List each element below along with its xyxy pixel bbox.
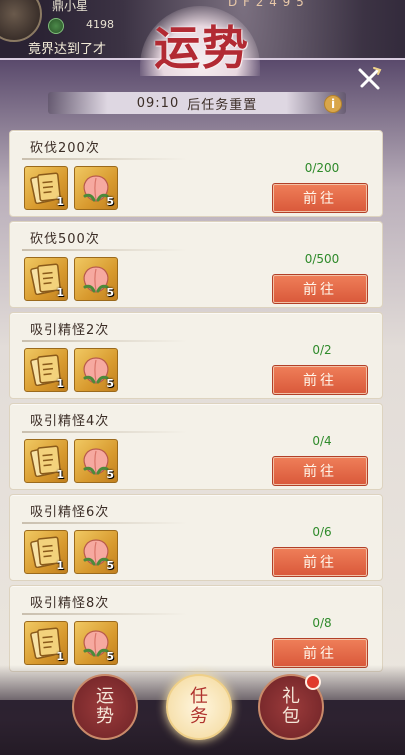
reward-item[interactable]: 5 [74, 621, 118, 665]
go-button[interactable]: 前往 [272, 183, 368, 213]
task-name: 砍伐200次 [30, 141, 100, 156]
reward-count: 1 [56, 195, 64, 208]
nav-task-button[interactable]: 任务 [166, 674, 232, 740]
task-divider [22, 613, 187, 615]
task-card: 吸引精怪8次 1 5 0/8 前往 [9, 585, 383, 672]
reset-timer-bar: 09:10 后任务重置 [48, 92, 346, 114]
coin-icon [48, 18, 64, 34]
reward-item[interactable]: 1 [24, 530, 68, 574]
reward-count: 5 [106, 559, 114, 572]
task-name: 砍伐500次 [30, 232, 100, 247]
page-title: 运势 [154, 21, 250, 75]
reward-item[interactable]: 1 [24, 348, 68, 392]
task-progress: 0/8 [312, 616, 332, 630]
nav-task-label: 任务 [190, 686, 208, 727]
reward-count: 1 [56, 468, 64, 481]
reward-item[interactable]: 1 [24, 439, 68, 483]
nav-gift-label: 礼包 [282, 686, 300, 727]
reward-item[interactable]: 5 [74, 257, 118, 301]
task-card: 砍伐200次 1 5 0/200 前往 [9, 130, 383, 217]
reward-item[interactable]: 5 [74, 439, 118, 483]
task-divider [22, 431, 187, 433]
go-button[interactable]: 前往 [272, 274, 368, 304]
task-divider [22, 158, 187, 160]
info-icon[interactable]: i [324, 95, 342, 113]
reward-count: 5 [106, 377, 114, 390]
task-card: 吸引精怪2次 1 5 0/2 前往 [9, 312, 383, 399]
task-name: 吸引精怪8次 [30, 596, 110, 611]
player-name: 鼎小星 [52, 0, 89, 13]
reward-count: 1 [56, 559, 64, 572]
task-progress: 0/6 [312, 525, 332, 539]
bottom-nav: 运势 任务 礼包 [0, 672, 405, 755]
reset-label: 后任务重置 [187, 97, 258, 113]
task-card: 砍伐500次 1 5 0/500 前往 [9, 221, 383, 308]
notification-dot [305, 674, 321, 690]
reward-count: 5 [106, 650, 114, 663]
task-progress: 0/4 [312, 434, 332, 448]
task-divider [22, 340, 187, 342]
close-icon [358, 67, 382, 90]
task-progress: 0/2 [312, 343, 332, 357]
task-name: 吸引精怪2次 [30, 323, 110, 338]
go-button[interactable]: 前往 [272, 456, 368, 486]
go-button[interactable]: 前往 [272, 547, 368, 577]
go-button[interactable]: 前往 [272, 638, 368, 668]
top-right-text: D F 2 4 9 5 [228, 0, 305, 9]
reset-time: 09:10 [136, 95, 180, 111]
reward-count: 1 [56, 286, 64, 299]
reward-count: 5 [106, 286, 114, 299]
go-button[interactable]: 前往 [272, 365, 368, 395]
task-name: 吸引精怪4次 [30, 414, 110, 429]
reward-count: 1 [56, 650, 64, 663]
task-card: 吸引精怪6次 1 5 0/6 前往 [9, 494, 383, 581]
reward-item[interactable]: 1 [24, 257, 68, 301]
reward-count: 1 [56, 377, 64, 390]
task-progress: 0/500 [304, 252, 340, 266]
task-divider [22, 249, 187, 251]
reward-item[interactable]: 5 [74, 348, 118, 392]
reward-count: 5 [106, 468, 114, 481]
coin-value: 4198 [86, 18, 114, 31]
reward-item[interactable]: 5 [74, 530, 118, 574]
close-button[interactable] [352, 62, 386, 96]
nav-fortune-button[interactable]: 运势 [72, 674, 138, 740]
reward-count: 5 [106, 195, 114, 208]
task-progress: 0/200 [304, 161, 340, 175]
scrolling-notice: 竟界达到了才 [28, 42, 107, 57]
avatar[interactable] [0, 0, 42, 42]
nav-fortune-label: 运势 [96, 686, 114, 727]
reward-item[interactable]: 5 [74, 166, 118, 210]
reward-item[interactable]: 1 [24, 166, 68, 210]
reward-item[interactable]: 1 [24, 621, 68, 665]
task-divider [22, 522, 187, 524]
task-card: 吸引精怪4次 1 5 0/4 前往 [9, 403, 383, 490]
task-name: 吸引精怪6次 [30, 505, 110, 520]
